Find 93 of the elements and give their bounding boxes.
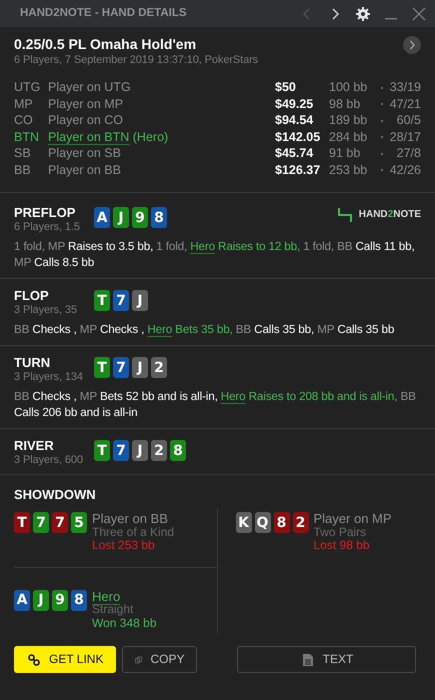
action-button[interactable]: COPY <box>122 646 198 673</box>
playing-card: J <box>113 207 129 228</box>
hand-rank: Two Pairs <box>314 526 368 539</box>
stack-amount: $126.37 <box>275 162 320 176</box>
street-info: 3 Players, 600 <box>14 453 84 467</box>
showdown-title: SHOWDOWN <box>14 487 97 502</box>
street-info: 6 Players, 1.5 <box>14 220 81 234</box>
player-name[interactable]: Player on BTN <box>48 130 130 144</box>
hand-title: 0.25/0.5 PL Omaha Hold'em <box>14 36 198 53</box>
street-name: FLOP <box>14 288 50 303</box>
result-amount: Lost 98 bb <box>314 539 371 552</box>
stack-amount: $142.05 <box>275 130 320 144</box>
next-icon[interactable] <box>403 36 421 54</box>
playing-card: J <box>132 357 148 378</box>
playing-card: 8 <box>274 512 290 533</box>
hand-subtitle: 6 Players, 7 September 2019 13:37:10, PokerStars <box>14 53 260 67</box>
stack-amount: $45.74 <box>275 146 314 160</box>
playing-card: 7 <box>113 290 129 311</box>
hand-rank: Three of a Kind <box>92 526 174 539</box>
logo-icon <box>336 207 353 223</box>
street-name: RIVER <box>14 438 55 453</box>
stack-bb: 284 bb <box>329 130 368 144</box>
position-label: MP <box>14 96 33 110</box>
logo-text: HAND2NOTE <box>358 209 421 221</box>
street-name: TURN <box>14 355 52 370</box>
player-name[interactable]: Player on SB <box>48 146 121 160</box>
close-icon[interactable] <box>411 6 427 22</box>
action-log: BB Checks , MP Bets 52 bb and is all-in, Hero Raises to 208 bb and is all-in, BB Calls 206 bb and is all-in <box>14 389 417 421</box>
stack-bb: 98 bb <box>329 96 360 110</box>
playing-card: 7 <box>113 357 129 378</box>
playing-card: 9 <box>52 590 68 610</box>
hand-rank: Straight <box>92 603 134 616</box>
settings-icon[interactable] <box>355 6 371 22</box>
player-name[interactable]: Player on CO <box>48 113 124 127</box>
player-name[interactable]: Player on BB <box>48 162 121 176</box>
player-stats: 27/8 <box>396 146 421 160</box>
playing-card: J <box>132 440 148 461</box>
playing-card: J <box>33 590 49 610</box>
position-label: BB <box>14 162 31 176</box>
street-name: PREFLOP <box>14 205 76 220</box>
playing-card: 8 <box>71 590 87 610</box>
stack-bb: 189 bb <box>329 113 368 127</box>
playing-card: A <box>14 590 30 610</box>
playing-card: 7 <box>52 512 68 533</box>
player-name[interactable]: Player on BB <box>92 512 174 526</box>
link-icon <box>27 652 41 666</box>
playing-card: T <box>94 357 110 378</box>
playing-card: 2 <box>151 440 167 461</box>
playing-card: 8 <box>170 440 186 461</box>
position-label: UTG <box>14 80 40 94</box>
player-name[interactable]: Hero <box>92 590 156 603</box>
playing-card: 8 <box>151 207 167 228</box>
stack-amount: $50 <box>275 80 296 94</box>
playing-card: 2 <box>151 357 167 378</box>
playing-card: Q <box>254 512 270 533</box>
playing-card: 7 <box>33 512 49 533</box>
stack-bb: 100 bb <box>329 80 368 94</box>
stack-amount: $94.54 <box>275 113 314 127</box>
playing-card: 2 <box>292 512 308 533</box>
playing-card: K <box>236 512 252 533</box>
player-name[interactable]: Player on UTG <box>48 80 131 94</box>
playing-card: T <box>14 512 30 533</box>
player-name[interactable]: Player on MP <box>48 96 124 110</box>
playing-card: T <box>94 440 110 461</box>
hero-tag: (Hero) <box>132 130 168 144</box>
stack-bb: 253 bb <box>329 162 368 176</box>
playing-card: 7 <box>113 440 129 461</box>
player-name[interactable]: Player on MP <box>314 512 392 526</box>
position-label: SB <box>14 146 31 160</box>
position-label: CO <box>14 113 33 127</box>
result-amount: Lost 253 bb <box>92 539 156 552</box>
playing-card: A <box>94 207 110 228</box>
action-log: BB Checks , MP Checks , Hero Bets 35 bb, BB Calls 35 bb, MP Calls 35 bb <box>14 322 396 338</box>
player-stats: 47/21 <box>390 96 421 110</box>
playing-card: J <box>132 290 148 311</box>
stack-amount: $49.25 <box>275 96 314 110</box>
result-amount: Won 348 bb <box>92 616 156 630</box>
player-stats: 60/5 <box>396 113 421 127</box>
action-button[interactable]: GET LINK <box>14 646 116 673</box>
playing-card: 9 <box>132 207 148 228</box>
street-info: 3 Players, 134 <box>14 370 84 384</box>
playing-card: 5 <box>71 512 87 533</box>
position-label: BTN <box>14 130 39 144</box>
street-info: 3 Players, 35 <box>14 303 78 317</box>
action-log: 1 fold, MP Raises to 3.5 bb, 1 fold, Hero Raises to 12 bb, 1 fold, BB Calls 11 bb, MP Calls 8.5 bb <box>14 239 416 271</box>
action-button[interactable]: TEXT <box>237 646 416 673</box>
player-stats: 33/19 <box>390 80 421 94</box>
document-icon <box>300 652 315 666</box>
playing-card: T <box>94 290 110 311</box>
window-title: HAND2NOTE - HAND DETAILS <box>20 6 188 20</box>
player-stats: 42/26 <box>390 162 421 176</box>
stack-bb: 91 bb <box>329 146 360 160</box>
player-stats: 28/17 <box>390 130 421 144</box>
